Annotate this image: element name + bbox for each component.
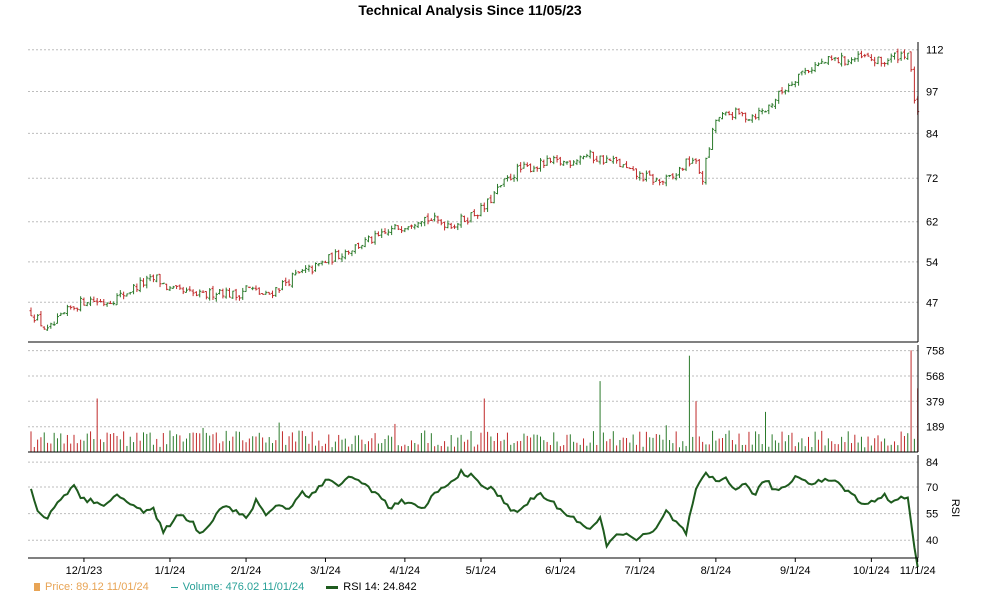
price-tick-label: 47 [926, 297, 938, 309]
legend-rsi-label: RSI 14: 24.842 [343, 581, 417, 593]
rsi-tick-label: 40 [926, 535, 938, 547]
legend-item-price: Price: 89.12 11/01/24 [34, 581, 149, 593]
volume-tick-label: 758 [926, 346, 944, 358]
volume-tick-label: 189 [926, 422, 944, 434]
x-tick-label: 3/1/24 [310, 565, 341, 577]
x-tick-label: 6/1/24 [545, 565, 576, 577]
x-tick-label: 8/1/24 [701, 565, 732, 577]
price-swatch-icon [34, 583, 40, 591]
chart-canvas: 47 54 62 72 84 97 112 189 379 568 758 40 55 70 84 RSI 12… [28, 42, 961, 577]
x-tick-label: 12/1/23 [66, 565, 103, 577]
price-tick-label: 62 [926, 217, 938, 229]
rsi-line-group [30, 468, 919, 568]
rsi-axis-title: RSI [949, 499, 961, 517]
x-tick-label: 11/1/24 [900, 565, 936, 577]
price-tick-label: 84 [926, 128, 938, 140]
legend-volume-label: Volume: 476.02 11/01/24 [182, 581, 305, 593]
grid-lines [28, 49, 918, 541]
price-tick-label: 72 [926, 173, 938, 185]
x-tick-label: 9/1/24 [780, 565, 811, 577]
legend-item-volume: Volume: 476.02 11/01/24 [170, 581, 305, 593]
x-tick-label: 1/1/24 [155, 565, 186, 577]
rsi-tick-label: 55 [926, 509, 938, 521]
x-tick-label: 7/1/24 [624, 565, 655, 577]
price-tick-label: 54 [926, 257, 938, 269]
rsi-line [30, 468, 919, 568]
x-tick-label: 10/1/24 [853, 565, 890, 577]
x-tick-label: 5/1/24 [466, 565, 497, 577]
volume-tick-label: 379 [926, 396, 944, 408]
legend: Price: 89.12 11/01/24 Volume: 476.02 11/… [34, 580, 417, 594]
volume-tick-label: 568 [926, 371, 944, 383]
legend-item-rsi: RSI 14: 24.842 [326, 581, 417, 593]
rsi-tick-label: 84 [926, 457, 938, 469]
legend-price-label: Price: 89.12 11/01/24 [45, 581, 149, 593]
volume-swatch-icon [170, 586, 178, 588]
rsi-swatch-icon [326, 585, 339, 589]
x-tick-label: 4/1/24 [390, 565, 421, 577]
price-tick-label: 97 [926, 87, 938, 99]
rsi-tick-label: 70 [926, 482, 938, 494]
price-tick-label: 112 [926, 45, 944, 57]
x-tick-label: 2/1/24 [231, 565, 262, 577]
axis-labels: 47 54 62 72 84 97 112 189 379 568 758 40 55 70 84 RSI 12… [66, 45, 961, 577]
price-candles [29, 48, 920, 331]
